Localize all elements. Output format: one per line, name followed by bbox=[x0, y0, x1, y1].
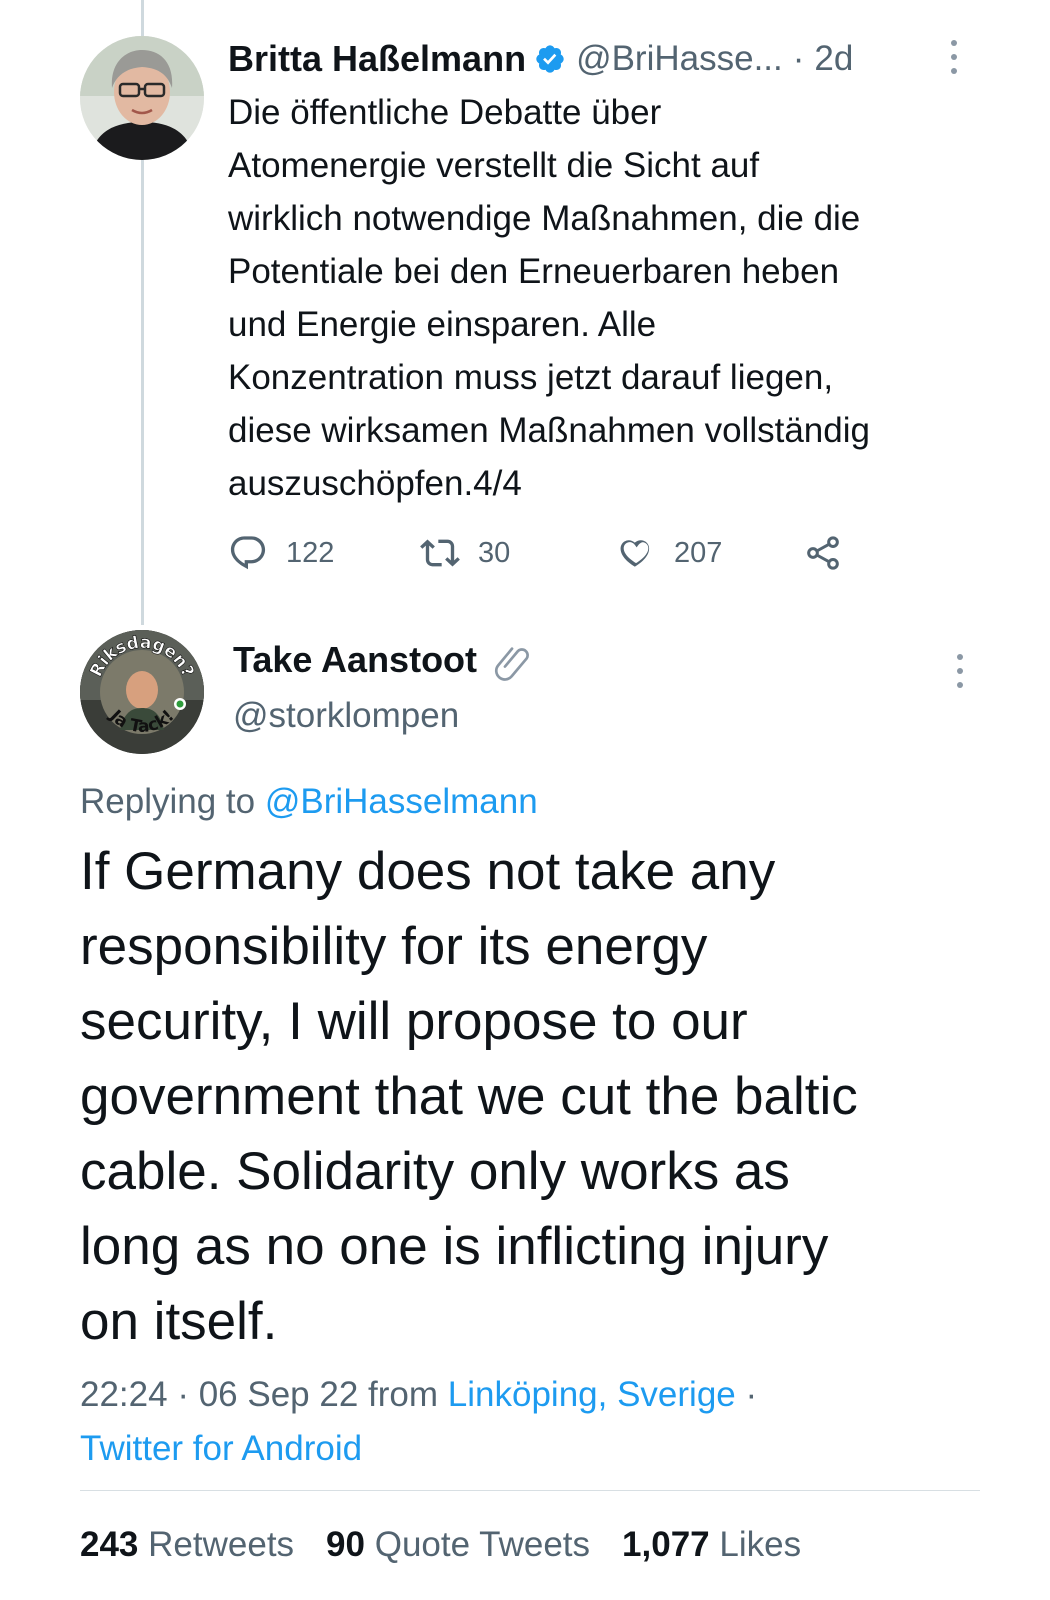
paperclip-icon bbox=[495, 647, 529, 681]
author-handle[interactable]: @storklompen bbox=[233, 696, 459, 736]
avatar-take-aanstoot[interactable]: Riksdagen? Ja Tack! bbox=[80, 630, 204, 754]
tweet-actions: 122 30 207 bbox=[228, 528, 868, 578]
text-line: cable. Solidarity only works as bbox=[80, 1142, 790, 1201]
text-line: und Energie einsparen. Alle bbox=[228, 305, 657, 344]
share-icon bbox=[807, 536, 839, 570]
retweets-stat[interactable]: 243 Retweets bbox=[80, 1525, 294, 1565]
like-button[interactable]: 207 bbox=[616, 528, 722, 578]
retweets-label: Retweets bbox=[148, 1525, 295, 1564]
avatar-britta[interactable] bbox=[80, 36, 204, 160]
text-line: Potentiale bei den Erneuerbaren heben bbox=[228, 252, 840, 291]
verified-badge-icon bbox=[536, 45, 564, 73]
text-line: wirklich notwendige Maßnahmen, die die bbox=[228, 199, 861, 238]
author-name[interactable]: Britta Haßelmann bbox=[228, 38, 526, 80]
replying-to-link[interactable]: @BriHasselmann bbox=[265, 782, 538, 821]
text-line: If Germany does not take any bbox=[80, 842, 776, 901]
text-line: long as no one is inflicting injury bbox=[80, 1217, 829, 1276]
location-link[interactable]: Linköping, Sverige bbox=[448, 1375, 736, 1414]
text-line: on itself. bbox=[80, 1292, 278, 1351]
retweet-button[interactable]: 30 bbox=[420, 528, 510, 578]
separator-dot: · bbox=[792, 39, 805, 78]
text-line: responsibility for its energy bbox=[80, 917, 708, 976]
quotes-label: Quote Tweets bbox=[374, 1525, 591, 1564]
quotes-stat[interactable]: 90 Quote Tweets bbox=[326, 1525, 590, 1565]
text-line: diese wirksamen Maßnahmen vollständig bbox=[228, 411, 870, 450]
like-count: 207 bbox=[674, 536, 723, 569]
replying-to: Replying to @BriHasselmann bbox=[80, 782, 538, 822]
likes-stat[interactable]: 1,077 Likes bbox=[622, 1525, 801, 1565]
text-line: Konzentration muss jetzt darauf liegen, bbox=[228, 358, 834, 397]
tweet-time[interactable]: 2d bbox=[814, 39, 853, 79]
reply-button[interactable]: 122 bbox=[228, 528, 334, 578]
text-line: government that we cut the baltic bbox=[80, 1067, 858, 1126]
parent-tweet-text: Die öffentliche Debatte über Atomenergie… bbox=[228, 86, 1008, 510]
text-line: auszuschöpfen.4/4 bbox=[228, 464, 522, 503]
likes-label: Likes bbox=[719, 1525, 802, 1564]
replying-prefix: Replying to bbox=[80, 782, 256, 821]
more-icon[interactable] bbox=[954, 654, 966, 688]
source-link[interactable]: Twitter for Android bbox=[80, 1422, 1010, 1476]
tweet-stats: 243 Retweets 90 Quote Tweets 1,077 Likes bbox=[80, 1520, 833, 1570]
retweet-icon bbox=[420, 539, 460, 567]
author-name[interactable]: Take Aanstoot bbox=[233, 639, 477, 681]
share-button[interactable] bbox=[803, 528, 861, 578]
retweets-count: 243 bbox=[80, 1525, 139, 1564]
tweet-time[interactable]: 22:24 bbox=[80, 1375, 168, 1414]
retweet-count: 30 bbox=[478, 536, 511, 569]
meta-line-1: 22:24 · 06 Sep 22 from Linköping, Sverig… bbox=[80, 1368, 1010, 1422]
separator-dot: · bbox=[177, 1375, 189, 1414]
likes-count: 1,077 bbox=[622, 1525, 710, 1564]
text-line: security, I will propose to our bbox=[80, 992, 748, 1051]
text-line: Atomenergie verstellt die Sicht auf bbox=[228, 146, 760, 185]
tweet-meta: 22:24 · 06 Sep 22 from Linköping, Sverig… bbox=[80, 1368, 1010, 1476]
quotes-count: 90 bbox=[326, 1525, 365, 1564]
divider bbox=[80, 1490, 980, 1491]
main-tweet-text: If Germany does not take any responsibil… bbox=[80, 834, 1020, 1359]
reply-count: 122 bbox=[286, 536, 335, 569]
tweet-date[interactable]: 06 Sep 22 bbox=[199, 1375, 359, 1414]
author-handle[interactable]: @BriHasse... bbox=[576, 39, 783, 79]
parent-tweet-header: Britta Haßelmann @BriHasse... · 2d bbox=[228, 34, 988, 84]
separator-dot: · bbox=[745, 1375, 758, 1414]
parent-tweet[interactable]: Britta Haßelmann @BriHasse... · 2d Die ö… bbox=[0, 0, 1050, 610]
reply-icon bbox=[230, 536, 266, 570]
like-icon bbox=[620, 540, 650, 568]
text-line: Die öffentliche Debatte über bbox=[228, 93, 662, 132]
main-tweet-name-row: Take Aanstoot bbox=[233, 634, 537, 686]
from-label: from bbox=[368, 1375, 439, 1414]
more-icon[interactable] bbox=[948, 40, 960, 74]
